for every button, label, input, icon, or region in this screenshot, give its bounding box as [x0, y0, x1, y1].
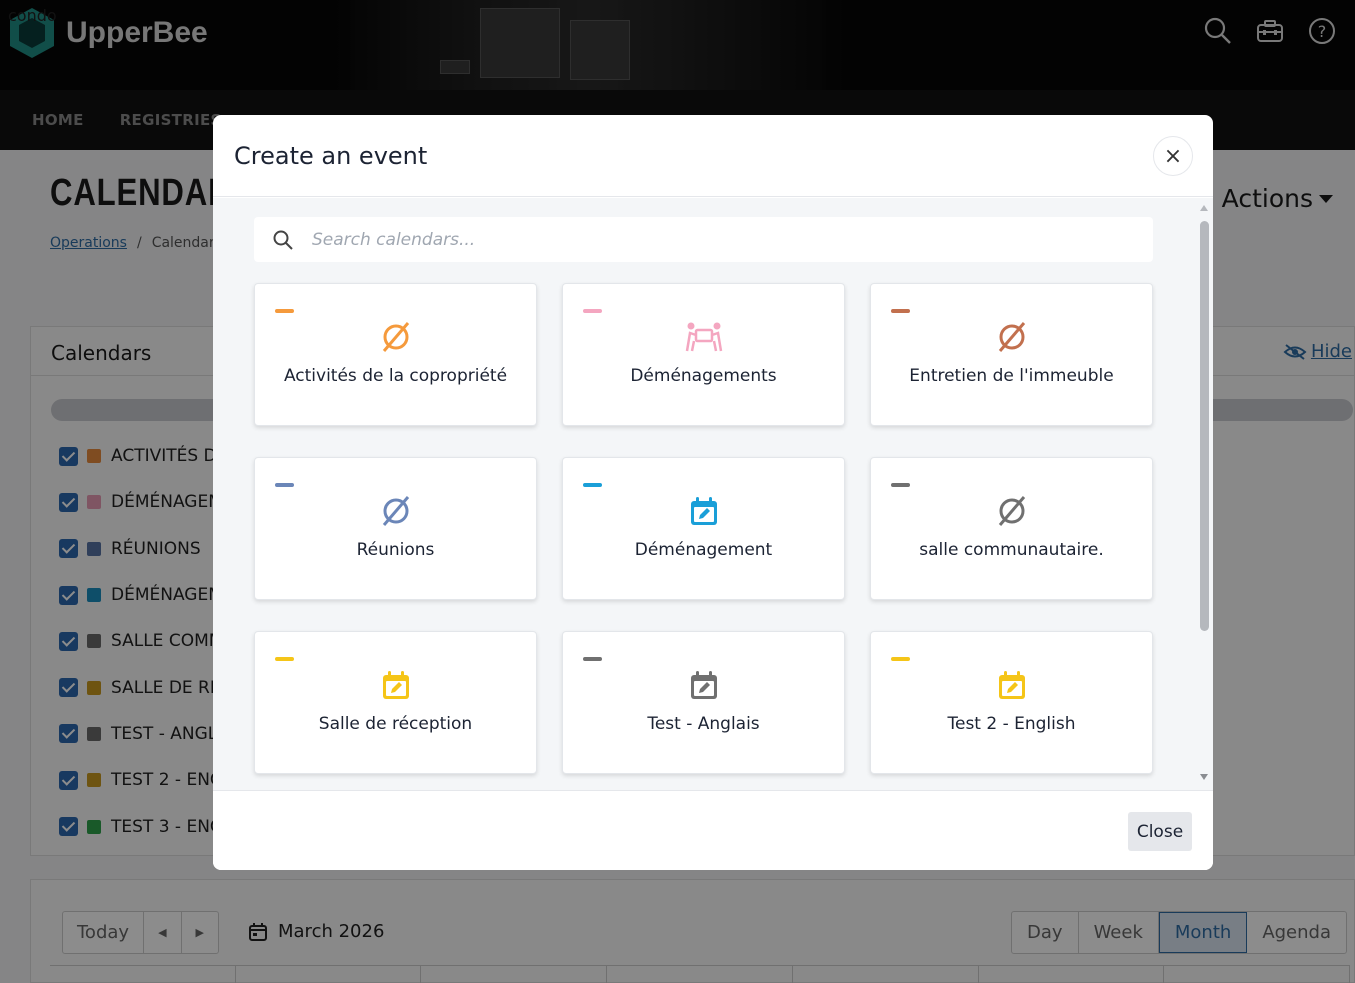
- color-dash: [275, 483, 294, 487]
- empty-set-icon: [382, 496, 409, 526]
- movers-icon: [685, 322, 722, 352]
- close-icon[interactable]: ×: [1153, 136, 1193, 176]
- modal-header: Create an event ×: [213, 115, 1213, 197]
- scrollbar-thumb[interactable]: [1200, 221, 1209, 631]
- calendar-tile-test-anglais[interactable]: Test - Anglais: [562, 631, 845, 774]
- tile-title: Test 2 - English: [947, 714, 1076, 734]
- calendar-edit-icon: [690, 671, 717, 699]
- calendar-tile-demenagements[interactable]: Déménagements: [562, 283, 845, 426]
- calendar-tile-demenagement[interactable]: Déménagement: [562, 457, 845, 600]
- scroll-up-arrow-icon[interactable]: [1200, 205, 1208, 211]
- color-dash: [583, 309, 602, 313]
- calendar-tile-salle-reception[interactable]: Salle de réception: [254, 631, 537, 774]
- calendar-search: [254, 217, 1153, 262]
- color-dash: [583, 657, 602, 661]
- calendar-tile-salle-communautaire[interactable]: salle communautaire.: [870, 457, 1153, 600]
- tile-title: Réunions: [356, 540, 435, 560]
- modal-scrollbar[interactable]: [1199, 203, 1209, 783]
- calendar-edit-icon: [690, 497, 717, 525]
- search-calendars-input[interactable]: [312, 229, 1112, 250]
- calendar-tile-reunions[interactable]: Réunions: [254, 457, 537, 600]
- color-dash: [891, 657, 910, 661]
- color-dash: [275, 309, 294, 313]
- tile-title: Entretien de l'immeuble: [909, 366, 1114, 386]
- close-button[interactable]: Close: [1128, 812, 1192, 851]
- calendar-edit-icon: [382, 671, 409, 699]
- modal-body: Activités de la copropriété Déménagement…: [213, 198, 1213, 790]
- tile-title: Salle de réception: [318, 714, 473, 734]
- calendar-tile-activites[interactable]: Activités de la copropriété: [254, 283, 537, 426]
- empty-set-icon: [382, 322, 409, 352]
- scroll-down-arrow-icon[interactable]: [1200, 774, 1208, 780]
- create-event-modal: Create an event × Activités de la coprop…: [213, 115, 1213, 870]
- modal-title: Create an event: [234, 142, 428, 170]
- color-dash: [583, 483, 602, 487]
- tile-title: salle communautaire.: [919, 540, 1104, 560]
- color-dash: [275, 657, 294, 661]
- calendar-edit-icon: [998, 671, 1025, 699]
- calendar-tiles-grid: Activités de la copropriété Déménagement…: [254, 283, 1153, 774]
- color-dash: [891, 309, 910, 313]
- tile-title: Activités de la copropriété: [283, 366, 508, 386]
- modal-footer: Close: [213, 790, 1213, 870]
- empty-set-icon: [998, 322, 1025, 352]
- calendar-tile-entretien[interactable]: Entretien de l'immeuble: [870, 283, 1153, 426]
- empty-set-icon: [998, 496, 1025, 526]
- search-icon: [273, 230, 293, 250]
- calendar-tile-test-2-english[interactable]: Test 2 - English: [870, 631, 1153, 774]
- tile-title: Déménagements: [630, 366, 777, 386]
- color-dash: [891, 483, 910, 487]
- tile-title: Déménagement: [634, 540, 773, 560]
- tile-title: Test - Anglais: [647, 714, 760, 734]
